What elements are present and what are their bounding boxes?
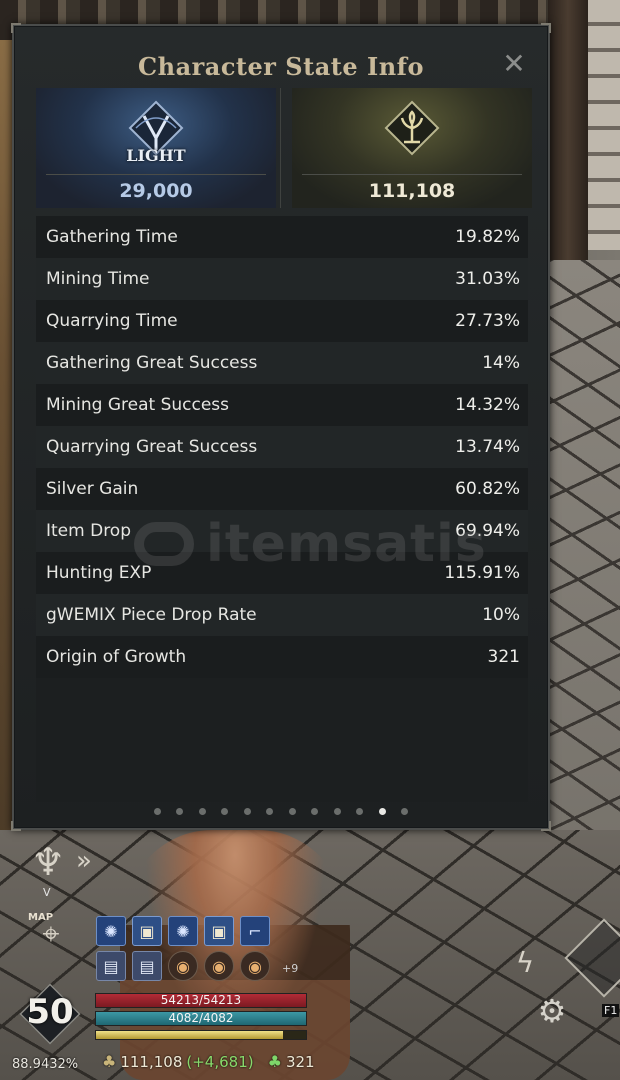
- growth-gain-value: (+4,681): [186, 1052, 254, 1071]
- list-item: Hunting EXP 115.91%: [36, 552, 528, 594]
- stat-label: Quarrying Time: [46, 311, 178, 331]
- panel-corner: [541, 23, 551, 33]
- double-chevron-right-icon[interactable]: »: [76, 846, 104, 876]
- page-dot[interactable]: [176, 808, 184, 815]
- stat-value: 10%: [482, 605, 520, 625]
- trident-emblem-icon[interactable]: ♆: [24, 838, 72, 886]
- page-indicator: [14, 808, 548, 815]
- player-level: 50: [26, 992, 74, 1032]
- list-item: Mining Time 31.03%: [36, 258, 528, 300]
- page-dot[interactable]: [288, 808, 296, 815]
- origin-currency-value: 321: [285, 1052, 315, 1071]
- list-item: Gathering Time 19.82%: [36, 216, 528, 258]
- hotkey-label: V: [43, 886, 51, 899]
- buff-gift-box-icon[interactable]: ▣: [132, 916, 162, 946]
- stat-value: 31.03%: [455, 269, 520, 289]
- stat-label: Quarrying Great Success: [46, 437, 258, 457]
- stat-label: Mining Great Success: [46, 395, 230, 415]
- hp-bar: 54213/54213: [95, 993, 307, 1008]
- page-dot[interactable]: [221, 808, 229, 815]
- lightning-icon[interactable]: ϟ: [508, 946, 542, 980]
- stat-label: Item Drop: [46, 521, 131, 541]
- panel-corner: [11, 821, 21, 831]
- list-item: Silver Gain 60.82%: [36, 468, 528, 510]
- list-item: Item Drop 69.94%: [36, 510, 528, 552]
- stat-label: Origin of Growth: [46, 647, 187, 667]
- divider: [46, 174, 266, 175]
- hp-text: 54213/54213: [160, 993, 242, 1007]
- stat-label: gWEMIX Piece Drop Rate: [46, 605, 257, 625]
- light-value: 29,000: [119, 180, 193, 202]
- light-label: LIGHT: [126, 146, 186, 165]
- buff-overflow-count[interactable]: +9: [282, 962, 298, 975]
- stat-label: Hunting EXP: [46, 563, 152, 583]
- buff-food-icon[interactable]: ◉: [240, 951, 270, 981]
- page-dot[interactable]: [243, 808, 251, 815]
- list-item: Origin of Growth 321: [36, 636, 528, 678]
- empty-list-area: [36, 678, 528, 802]
- gear-icon[interactable]: ⚙: [534, 993, 570, 1029]
- divider: [280, 88, 281, 208]
- buff-food-icon[interactable]: ◉: [204, 951, 234, 981]
- stat-value: 27.73%: [455, 311, 520, 331]
- page-dot[interactable]: [356, 808, 364, 815]
- map-label: MAP: [28, 912, 54, 923]
- buff-food-icon[interactable]: ◉: [168, 951, 198, 981]
- stat-label: Gathering Great Success: [46, 353, 258, 373]
- buff-boot-icon[interactable]: ⌐: [240, 916, 270, 946]
- page-dot[interactable]: [311, 808, 319, 815]
- list-item: gWEMIX Piece Drop Rate 10%: [36, 594, 528, 636]
- hotkey-label: F1: [602, 1004, 620, 1017]
- list-item: Gathering Great Success 14%: [36, 342, 528, 384]
- buff-scroll-icon[interactable]: ▤: [96, 951, 126, 981]
- growth-tree-icon: ♣: [102, 1052, 117, 1071]
- mp-bar: 4082/4082: [95, 1011, 307, 1026]
- close-icon[interactable]: ✕: [500, 50, 528, 78]
- stat-label: Mining Time: [46, 269, 150, 289]
- background-building: [588, 0, 620, 250]
- stat-value: 69.94%: [455, 521, 520, 541]
- buff-scroll-icon[interactable]: ▤: [132, 951, 162, 981]
- stat-value: 60.82%: [455, 479, 520, 499]
- stat-value: 13.74%: [455, 437, 520, 457]
- page-dot[interactable]: [198, 808, 206, 815]
- origin-growth-icon: ♣: [267, 1052, 282, 1071]
- exp-percent: 88.9432%: [12, 1057, 79, 1072]
- stat-value: 14%: [482, 353, 520, 373]
- page-dot[interactable]: [153, 808, 161, 815]
- divider: [302, 174, 522, 175]
- stat-list: Gathering Time 19.82% Mining Time 31.03% Q…: [36, 216, 528, 678]
- list-item: Mining Great Success 14.32%: [36, 384, 528, 426]
- growth-currency-value: 111,108: [120, 1052, 183, 1071]
- exp-bar: [95, 1030, 307, 1040]
- stat-value: 14.32%: [455, 395, 520, 415]
- buff-blessing-icon[interactable]: ✺: [96, 916, 126, 946]
- exp-bar-fill: [96, 1031, 283, 1039]
- stat-value: 321: [487, 647, 520, 667]
- page-dot[interactable]: [266, 808, 274, 815]
- light-stat-box: LIGHT 29,000: [36, 88, 276, 208]
- panel-corner: [11, 23, 21, 33]
- page-dot[interactable]: [333, 808, 341, 815]
- background-tree: [548, 0, 588, 260]
- page-dot[interactable]: [378, 808, 386, 815]
- page-dot[interactable]: [401, 808, 409, 815]
- currency-bar: ♣ 111,108 (+4,681) ♣ 321: [102, 1052, 315, 1071]
- panel-corner: [541, 821, 551, 831]
- tree-emblem-icon: [384, 100, 440, 156]
- list-item: Quarrying Great Success 13.74%: [36, 426, 528, 468]
- stat-label: Silver Gain: [46, 479, 139, 499]
- panel-title: Character State Info: [138, 52, 424, 81]
- growth-stat-box: 111,108: [292, 88, 532, 208]
- stat-value: 19.82%: [455, 227, 520, 247]
- mp-text: 4082/4082: [168, 1011, 234, 1025]
- buff-list: ✺ ▣ ✺ ▣ ⌐ ▤ ▤ ◉ ◉ ◉: [96, 916, 270, 981]
- stat-label: Gathering Time: [46, 227, 178, 247]
- stat-value: 115.91%: [444, 563, 520, 583]
- growth-value: 111,108: [368, 180, 456, 202]
- buff-gift-box-icon[interactable]: ▣: [204, 916, 234, 946]
- list-item: Quarrying Time 27.73%: [36, 300, 528, 342]
- buff-blessing-icon[interactable]: ✺: [168, 916, 198, 946]
- character-state-panel: Character State Info ✕ LIGHT 29,000 111,…: [11, 23, 551, 831]
